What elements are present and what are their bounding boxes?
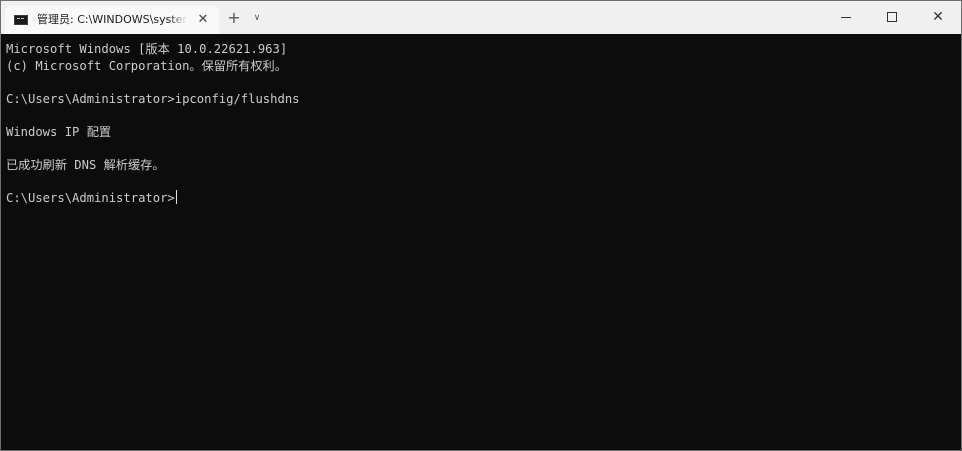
close-window-button[interactable]: ✕	[915, 1, 961, 34]
console-line: Windows IP 配置	[6, 124, 112, 139]
tab-cmd[interactable]: 管理员: C:\WINDOWS\system32\cmd.exe ✕	[5, 6, 219, 34]
terminal-window: 管理员: C:\WINDOWS\system32\cmd.exe ✕ + ∨ ✕…	[0, 0, 962, 451]
prompt-text: C:\Users\Administrator>	[6, 190, 175, 205]
console-line: (c) Microsoft Corporation。保留所有权利。	[6, 58, 287, 73]
maximize-button[interactable]	[869, 1, 915, 34]
new-tab-button[interactable]: +	[225, 9, 243, 27]
cmd-icon	[14, 15, 28, 25]
prompt-line[interactable]: C:\Users\Administrator>	[6, 189, 961, 207]
console-output[interactable]: Microsoft Windows [版本 10.0.22621.963] (c…	[1, 34, 961, 450]
title-bar[interactable]: 管理员: C:\WINDOWS\system32\cmd.exe ✕ + ∨ ✕	[1, 1, 961, 34]
text-cursor	[175, 189, 177, 204]
minimize-icon	[841, 17, 851, 18]
tab-title: 管理员: C:\WINDOWS\system32\cmd.exe	[37, 13, 187, 26]
maximize-icon	[887, 12, 897, 22]
tab-dropdown-button[interactable]: ∨	[250, 9, 264, 27]
console-line: 已成功刷新 DNS 解析缓存。	[6, 157, 165, 172]
console-line: Microsoft Windows [版本 10.0.22621.963]	[6, 42, 288, 56]
close-icon: ✕	[932, 9, 944, 25]
minimize-button[interactable]	[823, 1, 869, 34]
tab-close-icon[interactable]: ✕	[194, 11, 212, 29]
console-line: C:\Users\Administrator>ipconfig/flushdns	[6, 91, 300, 106]
